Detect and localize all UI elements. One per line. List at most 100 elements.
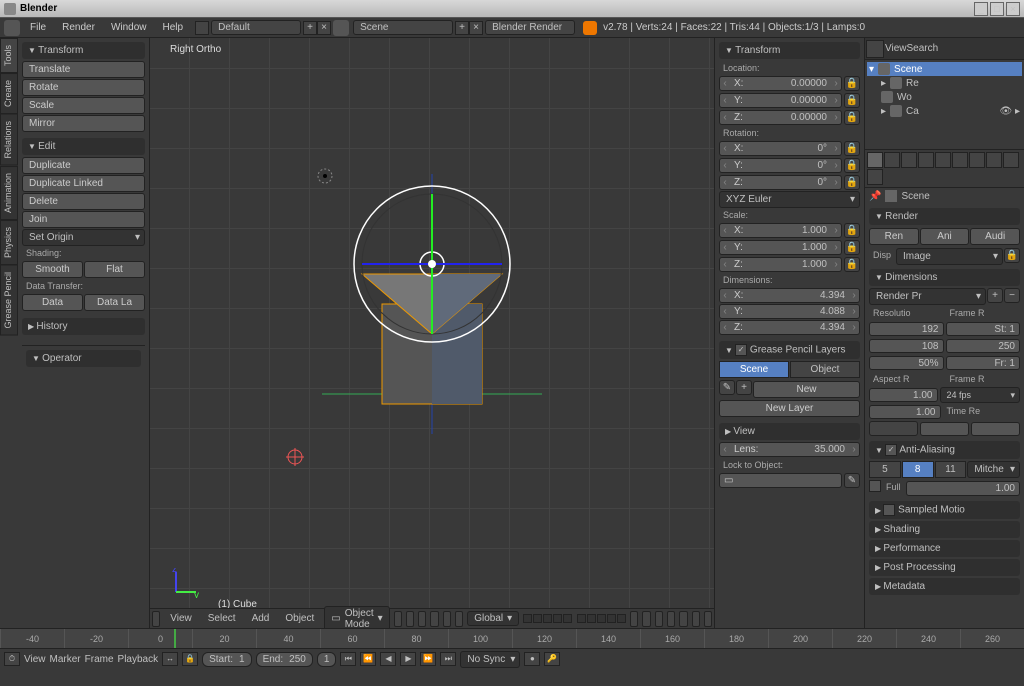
data-button[interactable]: Data	[22, 294, 83, 311]
aspect-x-field[interactable]: 1.00	[869, 388, 938, 402]
vp-menu-view[interactable]: View	[164, 611, 198, 626]
gp-new-layer-button[interactable]: New Layer	[719, 400, 860, 417]
res-x-field[interactable]: 192	[869, 322, 944, 336]
frame-start-field[interactable]: St: 1	[946, 322, 1021, 336]
tl-menu-playback[interactable]: Playback	[118, 654, 159, 665]
panel-render[interactable]: Render	[869, 208, 1020, 225]
gp-pencil-icon[interactable]: ✎	[719, 380, 735, 395]
end-frame-field[interactable]: End:250	[256, 652, 313, 667]
jump-end-icon[interactable]: ⏭	[440, 652, 456, 666]
rot-y-field[interactable]: ‹Y:0°›	[719, 158, 842, 173]
tl-menu-view[interactable]: View	[24, 654, 46, 665]
outliner-editor-icon[interactable]	[866, 40, 884, 58]
scale-button[interactable]: Scale	[22, 97, 145, 114]
n-transform-header[interactable]: Transform	[719, 42, 860, 59]
data-layout-button[interactable]: Data La	[84, 294, 145, 311]
tree-item-scene[interactable]: ▾Scene	[867, 62, 1022, 76]
range-icon[interactable]: ↔	[162, 652, 178, 666]
tab-physics[interactable]: Physics	[0, 220, 18, 265]
gp-new-button[interactable]: New	[753, 381, 860, 398]
outliner-search[interactable]: Search	[907, 43, 939, 54]
aa-8-button[interactable]: 8	[902, 461, 934, 478]
gp-add-icon[interactable]: +	[736, 380, 752, 395]
manipulator-toggle-icon[interactable]	[418, 611, 426, 627]
aa-filter-dropdown[interactable]: Mitche	[967, 461, 1020, 478]
manipulator-scale-icon[interactable]	[455, 611, 463, 627]
sync-dropdown[interactable]: No Sync	[460, 651, 520, 668]
current-frame-field[interactable]: 1	[317, 652, 337, 667]
tl-menu-marker[interactable]: Marker	[50, 654, 81, 665]
prop-tab-modifiers[interactable]	[969, 152, 985, 168]
frame-end-field[interactable]: 250	[946, 339, 1021, 353]
res-y-field[interactable]: 108	[869, 339, 944, 353]
tree-item-renderlayers[interactable]: ▸Re	[867, 76, 1022, 90]
lock-rot-x-icon[interactable]: 🔒	[844, 141, 860, 156]
aa-size-field[interactable]: 1.00	[906, 481, 1020, 496]
back-to-previous-icon[interactable]	[195, 21, 209, 35]
fps-dropdown[interactable]: 24 fps	[940, 387, 1021, 403]
panel-aa[interactable]: ✓ Anti-Aliasing	[869, 441, 1020, 459]
lock-scale-y-icon[interactable]: 🔒	[844, 240, 860, 255]
lock-range-icon[interactable]: 🔒	[182, 652, 198, 666]
aa-5-button[interactable]: 5	[869, 461, 901, 478]
gp-check[interactable]: ✓	[735, 344, 747, 356]
screen-layout-dropdown[interactable]: Default	[211, 20, 301, 35]
lock-rot-z-icon[interactable]: 🔒	[844, 175, 860, 190]
tab-tools[interactable]: Tools	[0, 38, 18, 73]
gp-object-button[interactable]: Object	[790, 361, 860, 378]
loc-z-field[interactable]: ‹Z:0.00000›	[719, 110, 842, 125]
tab-create[interactable]: Create	[0, 73, 18, 114]
panel-sampled-motion[interactable]: Sampled Motio	[869, 501, 1020, 519]
gpencil-icon[interactable]	[679, 611, 687, 627]
scale-y-field[interactable]: ‹Y:1.000›	[719, 240, 842, 255]
aa-11-button[interactable]: 11	[935, 461, 967, 478]
lock-camera-icon[interactable]	[630, 611, 638, 627]
next-keyframe-icon[interactable]: ⏩	[420, 652, 436, 666]
border-check[interactable]	[869, 421, 918, 436]
loc-y-field[interactable]: ‹Y:0.00000›	[719, 93, 842, 108]
menu-render[interactable]: Render	[54, 20, 103, 35]
tab-animation[interactable]: Animation	[0, 166, 18, 220]
vp-menu-add[interactable]: Add	[246, 611, 276, 626]
scene-dropdown[interactable]: Scene	[353, 20, 453, 35]
prop-tab-render-layers[interactable]	[884, 152, 900, 168]
res-scale-field[interactable]: 50%	[869, 356, 944, 370]
vp-menu-object[interactable]: Object	[279, 611, 320, 626]
scale-z-field[interactable]: ‹Z:1.000›	[719, 257, 842, 272]
tab-relations[interactable]: Relations	[0, 114, 18, 166]
panel-metadata[interactable]: Metadata	[869, 578, 1020, 595]
prop-tab-object[interactable]	[935, 152, 951, 168]
preset-remove-icon[interactable]: −	[1004, 288, 1020, 303]
menu-window[interactable]: Window	[103, 20, 155, 35]
vp-menu-select[interactable]: Select	[202, 611, 242, 626]
panel-dimensions[interactable]: Dimensions	[869, 269, 1020, 286]
scene-browse-icon[interactable]	[333, 20, 349, 36]
3d-viewport[interactable]: Right Ortho	[150, 38, 714, 628]
display-dropdown[interactable]: Image	[896, 248, 1003, 265]
manipulator-rotate-icon[interactable]	[443, 611, 451, 627]
old-field[interactable]	[920, 422, 969, 436]
dim-z-field[interactable]: ‹Z:4.394›	[719, 320, 860, 335]
preset-add-icon[interactable]: +	[987, 288, 1003, 303]
panel-operator[interactable]: Operator	[26, 350, 141, 367]
lock-render-icon[interactable]: 🔒	[1004, 248, 1020, 263]
panel-transform[interactable]: Transform	[22, 42, 145, 59]
jump-start-icon[interactable]: ⏮	[340, 652, 356, 666]
orientation-dropdown[interactable]: Global ▾	[467, 611, 519, 626]
prop-tab-constraints[interactable]	[952, 152, 968, 168]
shading-mode-icon[interactable]	[394, 611, 402, 627]
scale-x-field[interactable]: ‹X:1.000›	[719, 223, 842, 238]
lock-object-field[interactable]: ▭	[719, 473, 842, 488]
mirror-button[interactable]: Mirror	[22, 115, 145, 132]
snap-type-icon[interactable]	[655, 611, 663, 627]
translate-button[interactable]: Translate	[22, 61, 145, 78]
paste-icon[interactable]	[704, 611, 712, 627]
editor-type-icon[interactable]	[4, 20, 20, 36]
rotation-mode-dropdown[interactable]: XYZ Euler	[719, 191, 860, 208]
manipulator-translate-icon[interactable]	[430, 611, 438, 627]
maximize-button[interactable]: □	[990, 2, 1004, 16]
prop-tab-material[interactable]	[1003, 152, 1019, 168]
delete-button[interactable]: Delete	[22, 193, 145, 210]
join-button[interactable]: Join	[22, 211, 145, 228]
render-engine-dropdown[interactable]: Blender Render	[485, 20, 575, 35]
